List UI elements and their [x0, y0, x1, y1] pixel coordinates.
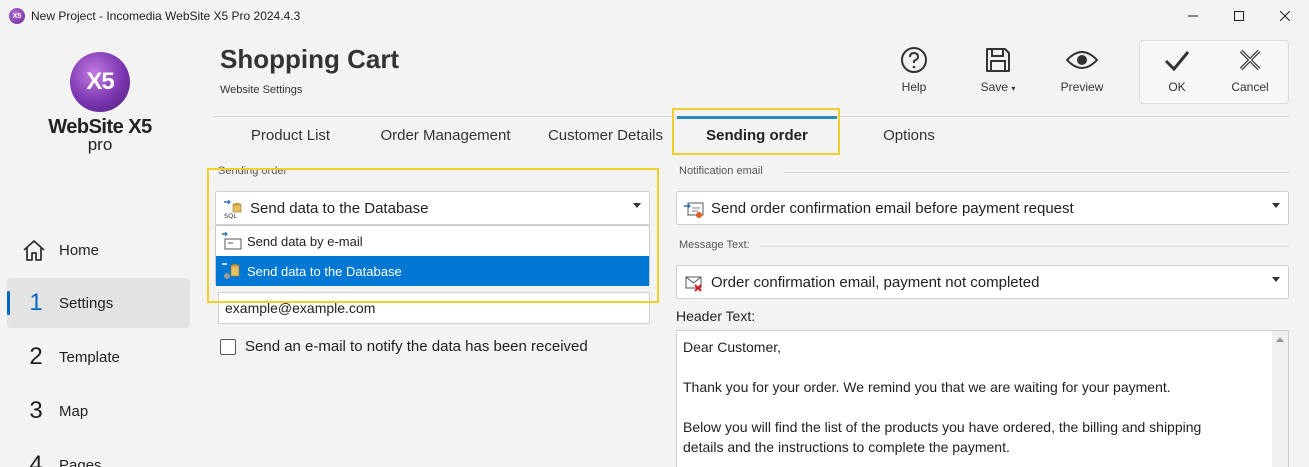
chevron-down-icon: [1272, 203, 1280, 208]
minimize-button[interactable]: [1170, 0, 1216, 32]
message-text-select[interactable]: Order confirmation email, payment not co…: [676, 265, 1289, 299]
sidebar-item-label: Template: [59, 348, 120, 366]
brand-logo: X5: [70, 52, 130, 112]
save-label: Save ▾: [980, 80, 1016, 94]
cancel-label: Cancel: [1231, 80, 1269, 94]
eye-icon: [1065, 51, 1099, 69]
home-icon: [23, 240, 45, 261]
sidebar-item-number: 1: [29, 289, 43, 316]
app-window: X5 New Project - Incomedia WebSite X5 Pr…: [0, 0, 1309, 467]
cancel-button[interactable]: Cancel: [1215, 46, 1285, 102]
help-button[interactable]: Help: [879, 46, 949, 102]
notification-email-value: Send order confirmation email before pay…: [711, 199, 1074, 217]
page-title: Shopping Cart: [220, 44, 400, 74]
preview-label: Preview: [1060, 80, 1104, 94]
minimize-icon: [1188, 15, 1198, 17]
sidebar-item-template[interactable]: 2 Template: [7, 332, 190, 382]
email-error-icon: [685, 276, 702, 292]
tab-options[interactable]: Options: [849, 117, 969, 153]
divider: [760, 246, 1289, 247]
chevron-down-icon: ▾: [1011, 84, 1016, 93]
header-text-line: Below you will find the list of the prod…: [683, 419, 1202, 435]
close-button[interactable]: [1262, 0, 1308, 32]
sidebar-item-number: 3: [29, 397, 43, 424]
header-text-line: details and the instructions to complete…: [683, 439, 1010, 455]
notification-email-label: Notification email: [679, 165, 763, 177]
page-subtitle: Website Settings: [220, 84, 303, 96]
highlight-frame-sending-order: [207, 168, 659, 303]
sidebar: X5 WebSite X5 pro Home 1 Settings 2 Temp…: [0, 32, 200, 467]
ok-label: OK: [1168, 80, 1186, 94]
sidebar-item-home[interactable]: Home: [7, 225, 190, 275]
sidebar-item-number: 4: [29, 451, 43, 467]
notify-received-label: Send an e-mail to notify the data has be…: [245, 338, 588, 355]
notify-received-checkbox[interactable]: [220, 339, 236, 355]
tab-product-list[interactable]: Product List: [223, 117, 358, 153]
sidebar-item-map[interactable]: 3 Map: [7, 386, 190, 436]
header-text-area[interactable]: Dear Customer, Thank you for your order.…: [676, 330, 1289, 467]
sidebar-item-number: 2: [29, 343, 43, 370]
maximize-button[interactable]: [1216, 0, 1262, 32]
cancel-x-icon: [1239, 49, 1261, 71]
app-logo-icon: X5: [9, 8, 25, 24]
sidebar-item-label: Map: [59, 402, 89, 420]
sidebar-item-label: Home: [59, 241, 100, 259]
active-indicator: [7, 291, 10, 315]
maximize-icon: [1234, 11, 1244, 21]
checkmark-icon: [1164, 51, 1190, 72]
title-bar: X5 New Project - Incomedia WebSite X5 Pr…: [0, 0, 1309, 32]
help-icon: [901, 47, 927, 73]
message-text-value: Order confirmation email, payment not co…: [711, 273, 1040, 291]
close-icon: [1280, 11, 1290, 21]
ok-button[interactable]: OK: [1142, 46, 1212, 102]
highlight-frame-tab: [672, 108, 840, 155]
preview-button[interactable]: Preview: [1047, 46, 1117, 102]
save-button[interactable]: Save ▾: [963, 46, 1033, 102]
scrollbar[interactable]: [1272, 331, 1288, 467]
chevron-down-icon: [1272, 277, 1280, 282]
message-text-label: Message Text:: [679, 239, 750, 251]
brand-edition: pro: [87, 135, 113, 154]
sidebar-item-label: Settings: [59, 294, 114, 312]
sidebar-item-pages[interactable]: 4 Pages: [7, 440, 190, 467]
email-confirmation-icon: [684, 202, 704, 218]
window-title: New Project - Incomedia WebSite X5 Pro 2…: [31, 9, 301, 23]
header-text-label: Header Text:: [676, 308, 756, 324]
header-text-line: Thank you for your order. We remind you …: [683, 379, 1171, 395]
help-label: Help: [901, 80, 927, 94]
tab-order-management[interactable]: Order Management: [368, 117, 523, 153]
notification-email-select[interactable]: Send order confirmation email before pay…: [676, 191, 1289, 225]
header-text-line: Dear Customer,: [683, 339, 782, 355]
save-icon: [986, 48, 1010, 72]
tab-customer-details[interactable]: Customer Details: [533, 117, 678, 153]
sidebar-item-settings[interactable]: 1 Settings: [7, 278, 190, 328]
scroll-up-icon[interactable]: [1276, 337, 1284, 342]
sidebar-item-label: Pages: [59, 456, 102, 467]
divider: [784, 172, 1289, 173]
